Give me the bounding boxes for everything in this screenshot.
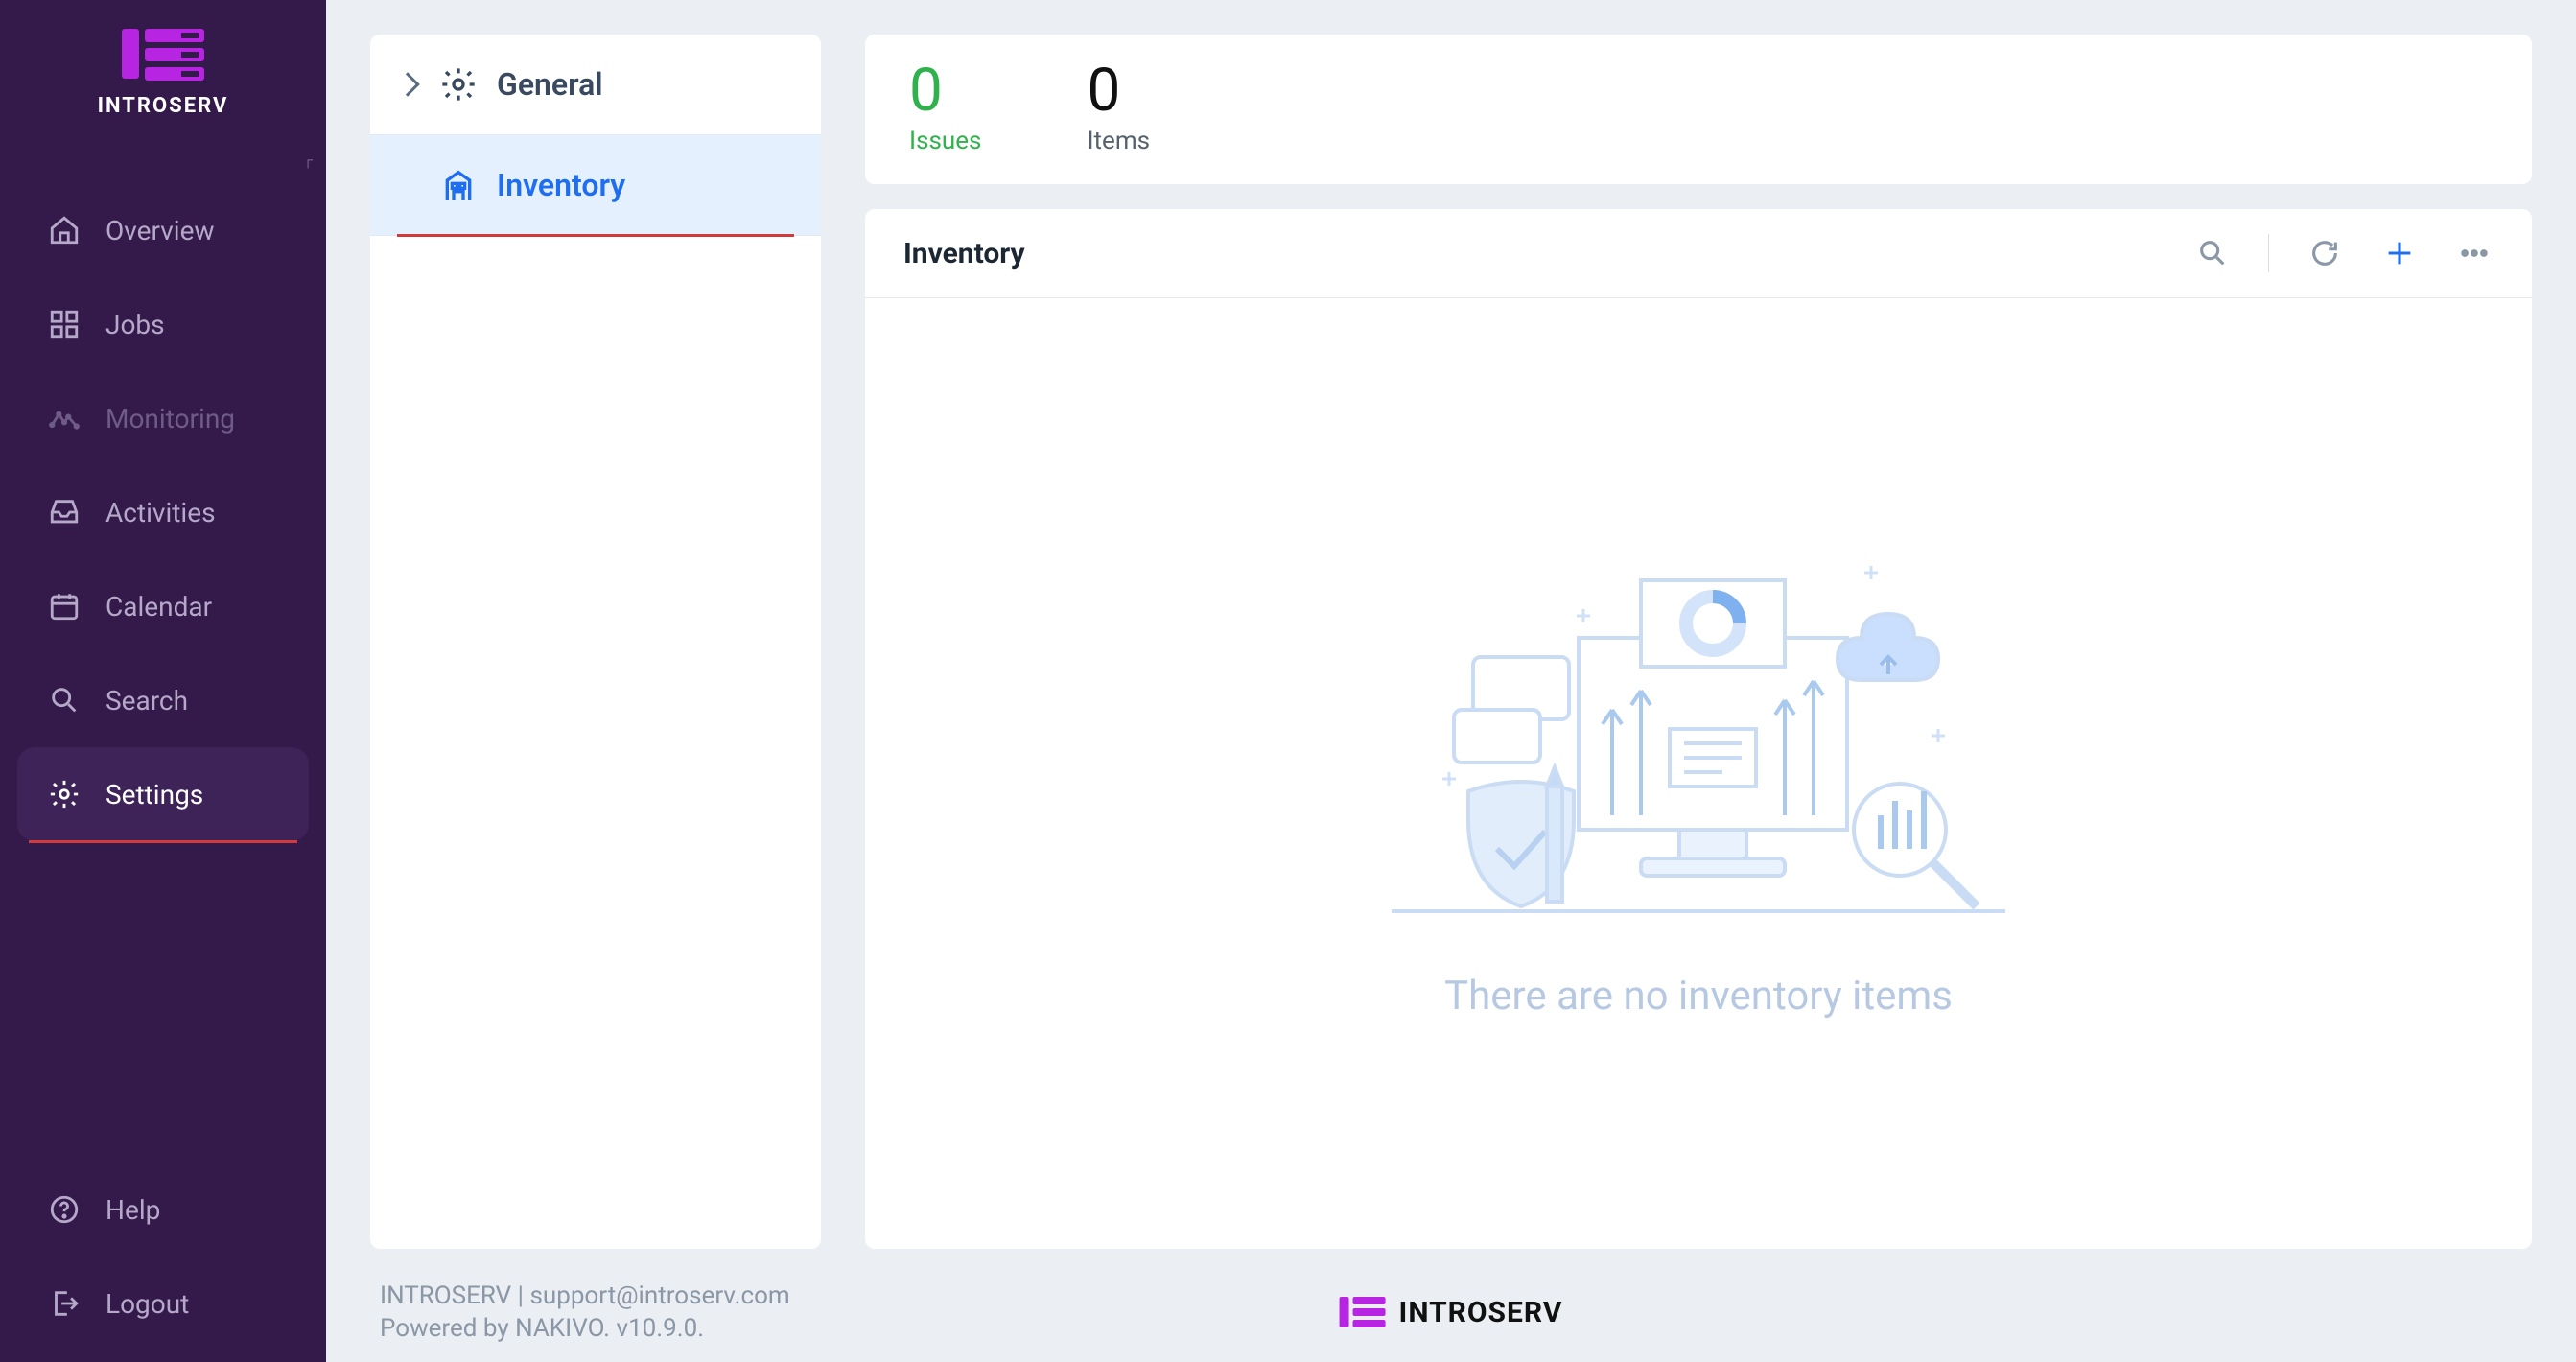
sidebar-item-label: Activities (105, 497, 216, 528)
grid-icon (46, 306, 82, 342)
brand-logo[interactable]: INTROSERV (0, 0, 326, 137)
footer-brand: INTROSERV (1340, 1296, 1563, 1329)
inventory-header: Inventory (865, 209, 2532, 298)
stat-issues-value: 0 (909, 61, 981, 121)
inbox-icon (46, 494, 82, 530)
plus-icon (2383, 237, 2416, 270)
settings-tree-panel: General Inventory (370, 35, 821, 1249)
tree-item-label: Inventory (497, 167, 625, 203)
calendar-icon (46, 588, 82, 624)
stat-issues: 0 Issues (909, 61, 981, 155)
sidebar-item-overview[interactable]: Overview (0, 183, 326, 277)
gear-icon (46, 776, 82, 812)
inventory-body: There are no inventory items (865, 298, 2532, 1249)
empty-state-illustration-icon (1363, 528, 2034, 930)
empty-state-message: There are no inventory items (1444, 973, 1953, 1020)
tree-item-label: General (497, 66, 603, 103)
brand-mark-icon (1340, 1297, 1386, 1327)
sidebar-item-label: Logout (105, 1288, 189, 1320)
search-icon (2196, 237, 2229, 270)
sidebar-item-label: Search (105, 685, 188, 716)
search-icon (46, 682, 82, 718)
sidebar-item-label: Settings (105, 779, 203, 810)
inventory-title: Inventory (903, 237, 1025, 270)
chevron-right-icon (395, 72, 419, 96)
activity-icon (46, 400, 82, 436)
stats-card: 0 Issues 0 Items (865, 35, 2532, 184)
sidebar-item-jobs[interactable]: Jobs (0, 277, 326, 371)
tree-item-inventory[interactable]: Inventory (370, 135, 821, 236)
brand-mark-icon (122, 29, 204, 81)
tree-item-general[interactable]: General (370, 35, 821, 135)
help-icon (46, 1191, 82, 1228)
building-icon (439, 166, 478, 204)
main-content: General Inventory 0 Issues 0 Items (326, 0, 2576, 1362)
inventory-card: Inventory (865, 209, 2532, 1249)
stat-items: 0 Items (1087, 61, 1150, 155)
stat-items-value: 0 (1087, 61, 1150, 121)
sidebar-item-label: Help (105, 1194, 160, 1226)
sidebar-item-label: Monitoring (105, 403, 235, 434)
more-horizontal-icon (2458, 237, 2491, 270)
sidebar-item-logout[interactable]: Logout (0, 1256, 326, 1350)
add-button[interactable] (2380, 234, 2419, 272)
toolbar-separator (2268, 234, 2269, 272)
sidebar-nav: Overview Jobs Monitoring Activities Cale… (0, 137, 326, 1362)
brand-name: INTROSERV (98, 94, 229, 118)
refresh-button[interactable] (2306, 234, 2344, 272)
search-button[interactable] (2193, 234, 2232, 272)
sidebar-item-help[interactable]: Help (0, 1162, 326, 1256)
sidebar-item-label: Overview (105, 215, 215, 247)
sidebar: INTROSERV ┌ Overview Jobs Monitoring Act (0, 0, 326, 1362)
stat-issues-label: Issues (909, 127, 981, 155)
inventory-toolbar (2193, 234, 2494, 272)
sidebar-item-settings[interactable]: Settings (17, 747, 309, 841)
sidebar-item-activities[interactable]: Activities (0, 465, 326, 559)
footer: INTROSERV | support@introserv.com Powere… (370, 1249, 2532, 1362)
logout-icon (46, 1285, 82, 1322)
sidebar-item-label: Jobs (105, 309, 165, 340)
footer-line-1: INTROSERV | support@introserv.com (380, 1281, 790, 1310)
sidebar-item-search[interactable]: Search (0, 653, 326, 747)
sidebar-item-monitoring[interactable]: Monitoring (0, 371, 326, 465)
collapse-sidebar-icon[interactable]: ┌ (303, 152, 313, 168)
footer-brand-name: INTROSERV (1399, 1296, 1563, 1329)
gear-icon (439, 65, 478, 104)
home-icon (46, 212, 82, 248)
sidebar-item-label: Calendar (105, 591, 212, 622)
refresh-icon (2308, 237, 2341, 270)
sidebar-item-calendar[interactable]: Calendar (0, 559, 326, 653)
more-button[interactable] (2455, 234, 2494, 272)
stat-items-label: Items (1087, 127, 1150, 155)
footer-line-2: Powered by NAKIVO. v10.9.0. (380, 1314, 790, 1343)
